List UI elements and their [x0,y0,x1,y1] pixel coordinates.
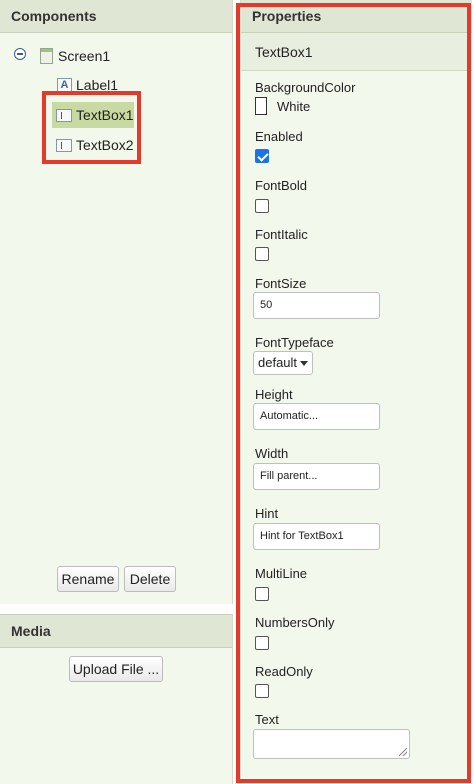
numbers-only-checkbox[interactable] [255,636,269,650]
font-bold-checkbox[interactable] [255,199,269,213]
collapse-icon[interactable] [14,48,26,60]
resize-grip-icon[interactable] [399,748,407,756]
components-panel: Components Screen1 A Label1 TextBox1 Tex… [0,0,233,604]
components-header: Components [0,0,232,33]
media-panel: Media Upload File ... [0,614,233,784]
selected-component-name: TextBox1 [241,33,472,71]
text-textarea[interactable] [253,729,410,759]
hint-input[interactable]: Hint for TextBox1 [253,523,380,550]
multiline-checkbox[interactable] [255,587,269,601]
numbers-only-label: NumbersOnly [255,615,335,630]
height-label: Height [255,387,293,402]
media-header: Media [0,615,232,648]
font-typeface-label: FontTypeface [255,335,334,350]
delete-button[interactable]: Delete [124,566,176,592]
background-color-label: BackgroundColor [255,80,356,95]
text-label: Text [255,712,279,727]
font-italic-label: FontItalic [255,227,308,242]
font-size-input[interactable]: 50 [253,292,380,319]
rename-button[interactable]: Rename [57,566,119,592]
tree-item-screen1[interactable]: Screen1 [40,45,110,67]
color-swatch[interactable] [255,97,267,115]
width-label: Width [255,446,289,461]
properties-panel: Properties TextBox1 BackgroundColor Whit… [240,0,472,783]
enabled-checkbox[interactable] [255,149,269,163]
font-typeface-select[interactable]: default [253,351,313,375]
dropdown-caret-icon [300,361,308,366]
enabled-label: Enabled [255,129,303,144]
font-italic-checkbox[interactable] [255,247,269,261]
read-only-checkbox[interactable] [255,684,269,698]
read-only-label: ReadOnly [255,664,313,679]
font-typeface-value: default [258,355,298,370]
hint-label: Hint [255,506,279,521]
properties-header: Properties [241,0,472,33]
tree-item-label: Screen1 [58,48,111,64]
screen-icon [40,48,53,64]
selection-highlight [42,91,141,164]
font-bold-label: FontBold [255,178,308,193]
upload-file-button[interactable]: Upload File ... [69,656,163,682]
background-color-value[interactable]: White [277,99,310,114]
multiline-label: MultiLine [255,566,308,581]
width-input[interactable]: Fill parent... [253,463,380,490]
font-size-label: FontSize [255,276,307,291]
height-input[interactable]: Automatic... [253,403,380,430]
